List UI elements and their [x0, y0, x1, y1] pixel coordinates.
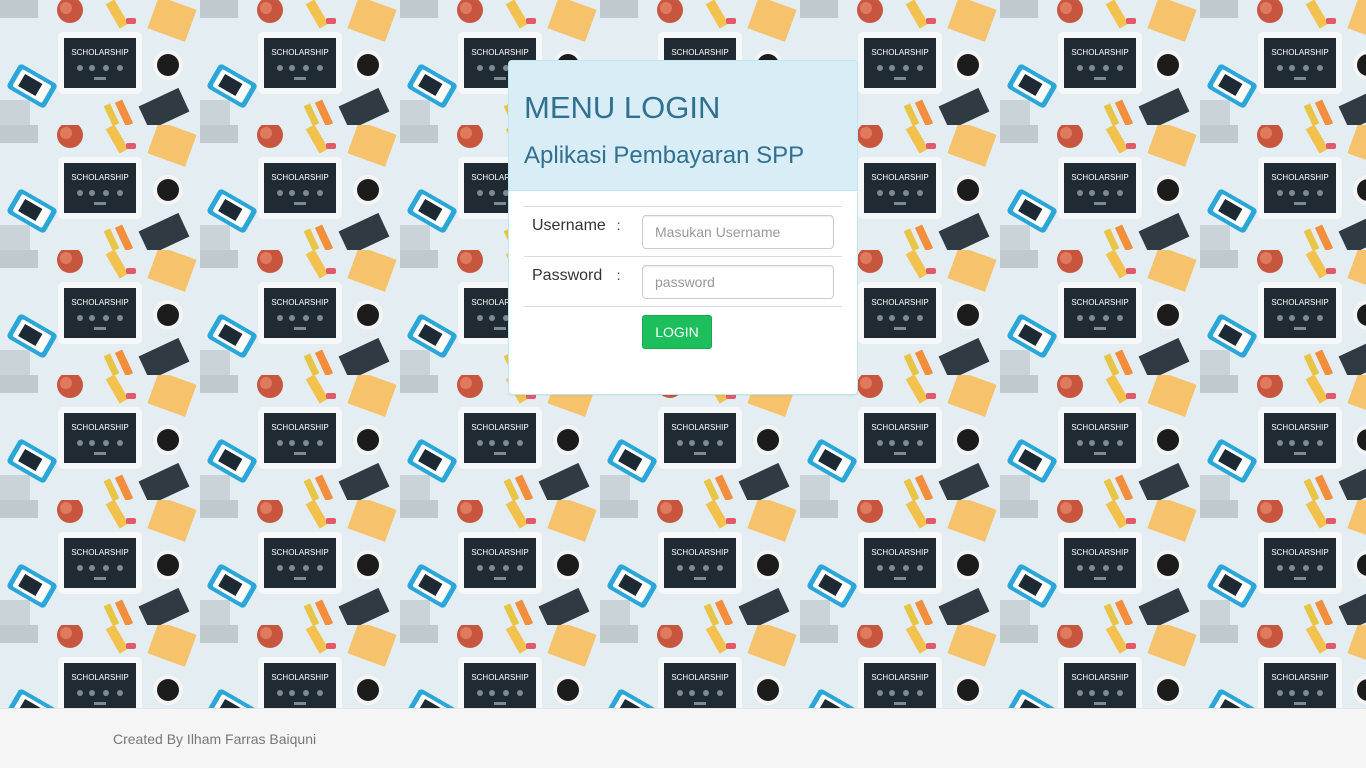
password-cell — [641, 256, 842, 307]
action-spacer-2 — [615, 306, 641, 350]
panel-body: Username : Password : — [509, 191, 857, 350]
action-row: LOGIN — [524, 306, 842, 350]
password-row: Password : — [524, 256, 842, 307]
page-title: MENU LOGIN — [524, 90, 721, 125]
panel-heading: MENU LOGIN Aplikasi Pembayaran SPP — [509, 61, 857, 191]
password-colon: : — [615, 256, 641, 307]
username-input[interactable] — [642, 215, 834, 249]
password-label: Password — [524, 256, 616, 307]
action-spacer — [524, 306, 616, 350]
login-button[interactable]: LOGIN — [642, 315, 712, 349]
login-form-table: Username : Password : — [524, 206, 842, 350]
action-cell: LOGIN — [641, 306, 842, 350]
username-cell — [641, 206, 842, 257]
footer: Created By Ilham Farras Baiquni — [0, 708, 1366, 768]
login-panel: MENU LOGIN Aplikasi Pembayaran SPP Usern… — [508, 60, 858, 395]
username-row: Username : — [524, 206, 842, 257]
username-colon: : — [615, 206, 641, 257]
footer-credit: Created By Ilham Farras Baiquni — [113, 731, 317, 747]
username-label: Username — [524, 206, 616, 257]
password-input[interactable] — [642, 265, 834, 299]
page-subtitle: Aplikasi Pembayaran SPP — [524, 142, 805, 169]
login-form: Username : Password : — [524, 206, 842, 350]
